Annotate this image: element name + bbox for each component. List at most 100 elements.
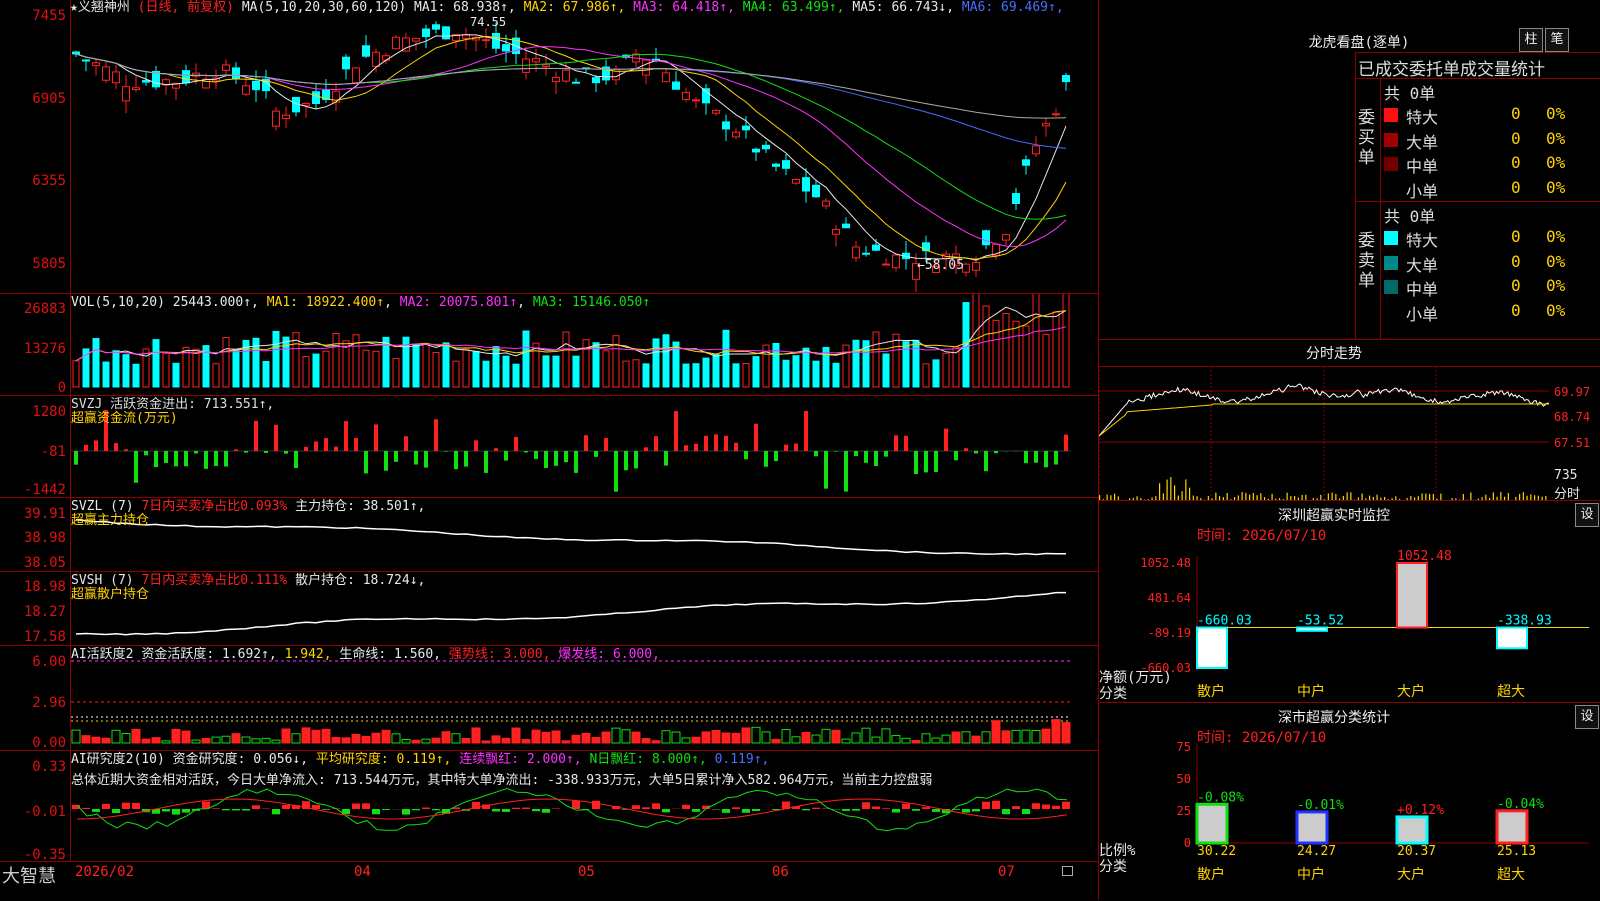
sz-monitor-panel: 深圳超赢实时监控 设 时间: 2026/07/10 1052.48481.64-… (1099, 500, 1600, 702)
szm-y-label: 481.64 (1148, 591, 1191, 605)
candle (273, 111, 280, 126)
volume-bar (503, 356, 509, 387)
activity-bar (852, 733, 860, 743)
flow-bar (204, 451, 208, 469)
intra-vol-bar (1328, 493, 1329, 500)
flow-bar (414, 451, 418, 465)
flow-bar (124, 449, 128, 451)
candle (133, 88, 140, 90)
volume-bar (523, 331, 529, 387)
flow-bar (544, 451, 548, 468)
dragon-pct: 0% (1546, 276, 1565, 295)
intraday-panel[interactable]: 分时走势 69.97 68.74 67.51 735 分时 (1099, 339, 1600, 500)
flow-bar (584, 435, 588, 451)
volume-bar (743, 364, 749, 387)
avg-research: 平均研究度: 0.119↑, (316, 752, 451, 767)
volume-bar (633, 360, 639, 387)
flow-bar (154, 451, 158, 467)
candle (443, 27, 450, 39)
activity-bar (1062, 723, 1070, 743)
flow-bar (1064, 435, 1068, 451)
lock-icon[interactable] (1062, 866, 1073, 876)
activity-bar (892, 736, 900, 743)
volume-pane[interactable]: 26883 13276 0 VOL(5,10,20) 25443.000↑, M… (0, 294, 1098, 396)
candlestick-chart[interactable] (71, 0, 1098, 293)
volume-bar (723, 330, 729, 387)
intra-y-label: 69.97 (1554, 385, 1590, 399)
ai-activity-pane[interactable]: 6.00 2.96 0.00 AI活跃度2 资金活跃度: 1.692↑, 1.9… (0, 646, 1098, 751)
activity-bar (582, 733, 590, 743)
dragon-label: 小单 (1406, 301, 1438, 325)
activity-value2: 1.942, (285, 647, 332, 662)
y-label: 26883 (0, 301, 66, 317)
svzj-pane[interactable]: 1280 -81 -1442 SVZJ 活跃资金进出: 713.551↑, 超赢… (0, 396, 1098, 498)
svsh-hold: 散户持仓: 18.724↓, (295, 573, 425, 588)
ma-value: MA5: 66.743↓, (845, 0, 955, 15)
volume-bar (603, 351, 609, 387)
y-label: 1280 (0, 404, 66, 420)
candle (553, 78, 560, 82)
net-bar-label: -338.93 (1497, 614, 1552, 629)
kline-pane[interactable]: 7455 6905 6355 5805 ★义翘神州 (日线, 前复权) MA(5… (0, 0, 1098, 294)
ai-research-pane[interactable]: 0.33 -0.01 -0.35 AI研究度2(10) 资金研究度: 0.056… (0, 751, 1098, 862)
y-label: -0.35 (0, 847, 66, 863)
ai-research-yaxis: 0.33 -0.01 -0.35 (0, 751, 71, 861)
ai-activity-yaxis: 6.00 2.96 0.00 (0, 646, 71, 750)
activity-bar (602, 732, 610, 743)
activity-bar (992, 721, 1000, 743)
activity-bar (312, 730, 320, 743)
volume-bar (783, 360, 789, 387)
intra-vol-bar (1253, 493, 1254, 500)
ratio-change-label: -0.04% (1497, 797, 1544, 812)
activity-bar (672, 732, 680, 743)
flow-bar (904, 436, 908, 451)
flow-bar (224, 451, 228, 467)
activity-bar (382, 730, 390, 743)
category-label: 中户 (1297, 683, 1325, 700)
activity-bar (372, 733, 380, 743)
stock-name[interactable]: 义翘神州 (78, 0, 130, 15)
dragon-pct: 0% (1546, 153, 1565, 172)
research-bar (872, 806, 880, 809)
volume-bar (683, 364, 689, 387)
svsh-pane[interactable]: 18.98 18.27 17.58 SVSH (7) 7日内买卖净占比0.111… (0, 572, 1098, 646)
kline-header: ★义翘神州 (日线, 前复权) MA(5,10,20,30,60,120) MA… (70, 0, 1064, 15)
volume-bar (803, 348, 809, 387)
dragon-count: 0 (1511, 252, 1521, 271)
flow-bar (74, 451, 78, 465)
research-bar (912, 809, 920, 811)
period-label[interactable]: (日线, 前复权) (138, 0, 234, 15)
flow-bar (594, 451, 598, 457)
bar-mode-button[interactable]: 柱 (1519, 28, 1543, 52)
activity-bar (722, 733, 730, 743)
activity-bar (712, 731, 720, 743)
activity-bar (1002, 731, 1010, 743)
sell-total: 共 0单 (1384, 203, 1435, 227)
dragon-count: 0 (1511, 276, 1521, 295)
activity-bar (152, 738, 160, 743)
flow-bar (464, 451, 468, 467)
volume-bar (153, 340, 159, 387)
research-bars (71, 751, 1098, 861)
intra-vol-bar (1523, 492, 1524, 500)
pen-mode-button[interactable]: 笔 (1545, 28, 1569, 52)
activity-bar (332, 738, 340, 743)
activity-bar (552, 731, 560, 743)
research-bar (182, 809, 190, 813)
volume-bar (903, 342, 909, 387)
x-date: 2026/02 (75, 864, 134, 880)
research-bar (902, 804, 910, 809)
flow-bar (914, 451, 918, 474)
flow-bar (254, 421, 258, 451)
research-bar (272, 809, 280, 814)
legend-swatch (1384, 256, 1398, 270)
research-bar (362, 803, 370, 809)
activity-bar (542, 732, 550, 743)
star-icon[interactable]: ★ (70, 0, 78, 15)
research-bar (432, 809, 440, 810)
svzl-pane[interactable]: 39.91 38.98 38.05 SVZL (7) 7日内买卖净占比0.093… (0, 498, 1098, 572)
activity-bar (532, 730, 540, 743)
ma-value: MA4: 63.499↑, (735, 0, 845, 15)
ma-value: MA6: 69.469↑, (954, 0, 1064, 15)
research-bar (412, 809, 420, 810)
